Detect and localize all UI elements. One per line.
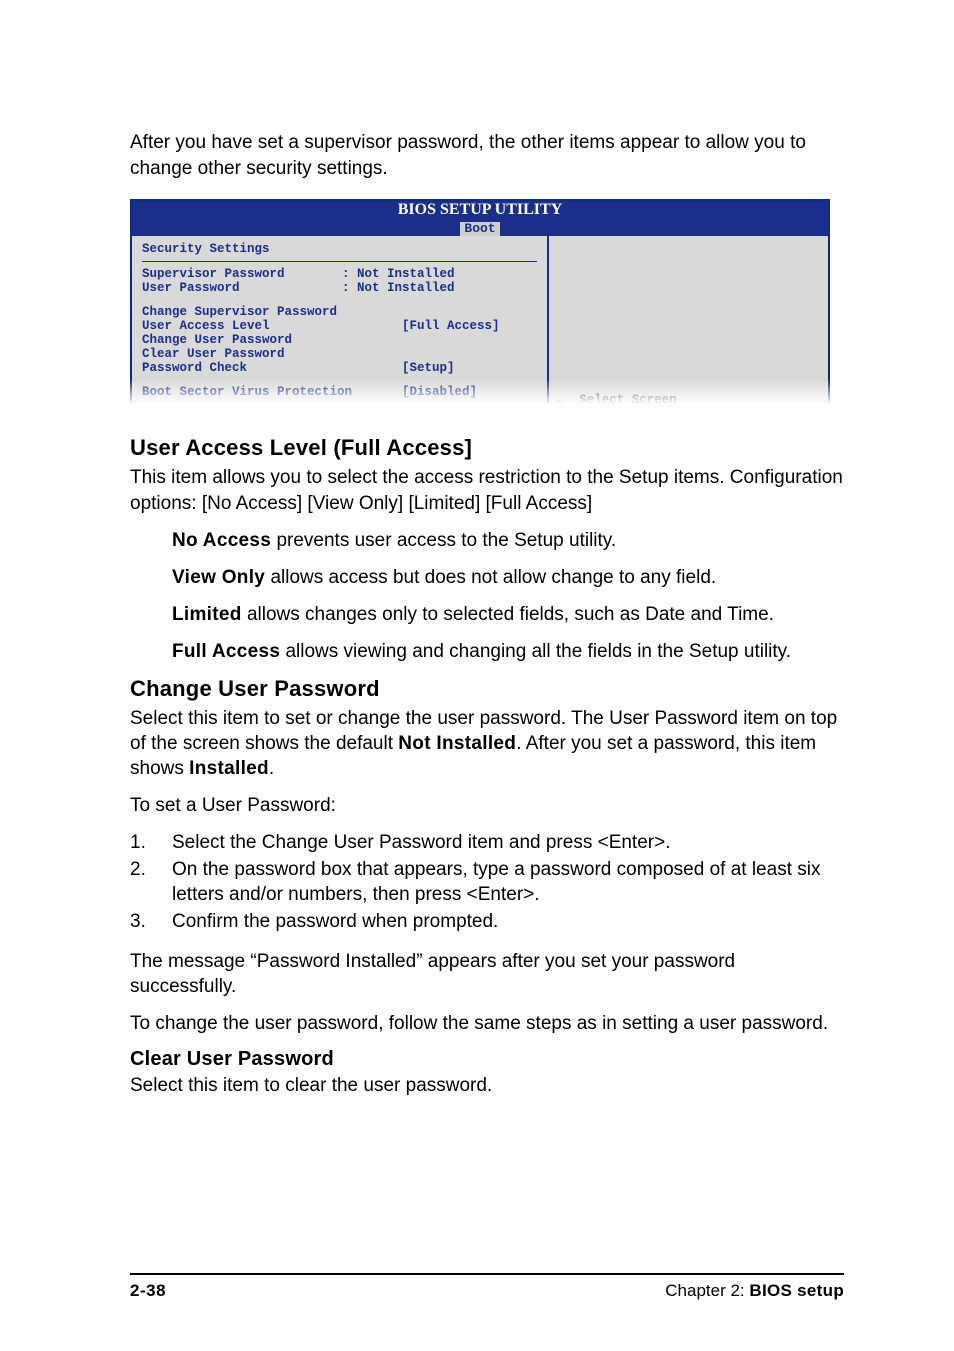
ual-option-name: Limited [172,604,242,625]
bios-status-value: : Not Installed [342,267,455,281]
bios-item-label: Clear User Password [142,347,402,361]
bios-item-row: User Access Level [Full Access] [142,319,537,333]
bios-item-row: Password Check [Setup] [142,361,537,375]
cup-p1d: Installed [189,758,269,779]
cup-p1: Select this item to set or change the us… [130,706,844,781]
page-number: 2-38 [130,1281,166,1301]
bios-help-row: ← Select Screen [557,393,820,407]
step-number: 2. [130,857,146,882]
ual-option-text: allows access but does not allow change … [265,567,716,588]
bios-status-row: Supervisor Password : Not Installed [142,267,537,281]
bios-status-row: User Password : Not Installed [142,281,537,295]
cup-p4: To change the user password, follow the … [130,1011,844,1036]
ual-option: No Access prevents user access to the Se… [172,528,834,553]
ual-option-text: allows viewing and changing all the fiel… [280,641,791,662]
chapter-prefix: Chapter 2: [665,1281,749,1300]
bios-screenshot: BIOS SETUP UTILITY Boot Security Setting… [130,199,830,411]
bios-right-panel: ← Select Screen [547,236,828,409]
ual-description: This item allows you to select the acces… [130,465,844,515]
bios-left-panel: Security Settings Supervisor Password : … [132,236,547,409]
intro-text: After you have set a supervisor password… [130,130,844,181]
bios-item-value: [Setup] [402,361,455,375]
arrow-icon: ← [557,393,564,407]
bios-tab: Boot [460,222,499,236]
chapter-bold: BIOS setup [749,1281,844,1300]
page-footer: 2-38 Chapter 2: BIOS setup [130,1273,844,1301]
bios-item-label: User Access Level [142,319,402,333]
bios-status-label: Supervisor Password [142,267,342,281]
heading-clear-user-password: Clear User Password [130,1048,844,1071]
step-number: 1. [130,830,146,855]
step-number: 3. [130,909,146,934]
cup-p2: To set a User Password: [130,793,844,818]
cup-step: 1. Select the Change User Password item a… [130,830,844,855]
ual-option-name: No Access [172,530,271,551]
ual-option-name: View Only [172,567,265,588]
bios-status-label: User Password [142,281,342,295]
cup-steps: 1. Select the Change User Password item a… [130,830,844,934]
heading-user-access-level: User Access Level (Full Access] [130,435,844,461]
ual-option: Full Access allows viewing and changing … [172,639,834,664]
step-text: Select the Change User Password item and… [172,832,670,853]
cup-p3: The message “Password Installed” appears… [130,949,844,999]
ual-option-text: allows changes only to selected fields, … [242,604,774,625]
heading-change-user-password: Change User Password [130,676,844,702]
bios-help-text: Select Screen [579,393,677,407]
bios-item-label: Change Supervisor Password [142,305,402,319]
bios-item-value: [Full Access] [402,319,500,333]
bios-item-row: Boot Sector Virus Protection [Disabled] [142,385,537,399]
ual-option-name: Full Access [172,641,280,662]
chapter-label: Chapter 2: BIOS setup [665,1281,844,1301]
bios-title-text: BIOS SETUP UTILITY [398,201,563,218]
bios-item-row: Change User Password [142,333,537,347]
bios-title-bar: BIOS SETUP UTILITY Boot [132,201,828,236]
clr-p1: Select this item to clear the user passw… [130,1073,844,1098]
bios-item-label: Change User Password [142,333,402,347]
cup-step: 3. Confirm the password when prompted. [130,909,844,934]
bios-item-label: Boot Sector Virus Protection [142,385,402,399]
ual-option: View Only allows access but does not all… [172,565,834,590]
step-text: Confirm the password when prompted. [172,911,498,932]
bios-status-value: : Not Installed [342,281,455,295]
ual-option-text: prevents user access to the Setup utilit… [271,530,616,551]
cup-p1b: Not Installed [398,733,516,754]
bios-item-row: Clear User Password [142,347,537,361]
ual-option: Limited allows changes only to selected … [172,602,834,627]
step-text: On the password box that appears, type a… [172,859,820,905]
bios-item-label: Password Check [142,361,402,375]
bios-section-header: Security Settings [142,242,537,256]
bios-item-row: Change Supervisor Password [142,305,537,319]
cup-step: 2. On the password box that appears, type… [130,857,844,907]
bios-item-value: [Disabled] [402,385,477,399]
cup-p1e: . [269,758,274,779]
